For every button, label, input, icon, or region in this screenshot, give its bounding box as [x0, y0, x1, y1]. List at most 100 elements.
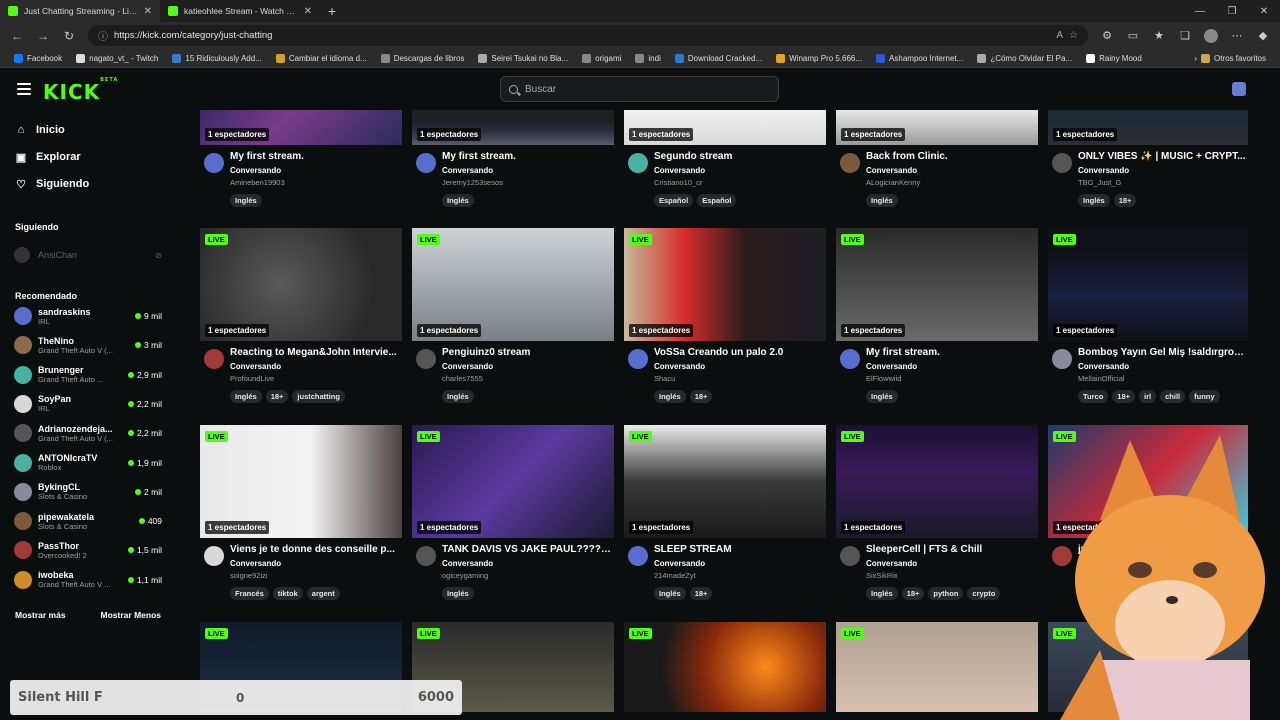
stream-card[interactable]: LIVE 1 espectadores Bomboş Yayın Gel Miş !… [1048, 228, 1248, 417]
stream-card[interactable]: 1 espectadores Segundo stream Conversando C… [624, 110, 826, 221]
sidebar-item-recommended[interactable]: Brunenger Grand Theft Auto ... 2,9 mil [14, 362, 162, 388]
stream-card[interactable]: LIVE [624, 622, 826, 712]
stream-title[interactable]: SleeperCell | FTS & Chill [866, 544, 1036, 555]
stream-category[interactable]: Conversando [1078, 362, 1129, 371]
stream-thumbnail[interactable]: LIVE [624, 622, 826, 712]
tag-chip[interactable]: tiktok [272, 587, 303, 600]
stream-category[interactable]: Conversando [442, 559, 493, 568]
stream-thumbnail[interactable]: LIVE 1 espectadores [836, 228, 1038, 341]
search-input[interactable]: Buscar [500, 76, 779, 102]
stream-title[interactable]: My first stream. [866, 347, 1036, 358]
split-screen-icon[interactable]: ▭ [1122, 25, 1144, 47]
avatar[interactable] [628, 349, 648, 369]
tag-chip[interactable]: Inglés [230, 390, 262, 403]
tag-chip[interactable]: Inglés [866, 587, 898, 600]
channel-name[interactable]: Cristiano10_cr [654, 178, 702, 187]
stream-thumbnail[interactable]: LIVE [1048, 622, 1248, 712]
tag-chip[interactable]: 18+ [1112, 390, 1136, 403]
tag-chip[interactable]: Inglés [654, 390, 686, 403]
stream-thumbnail[interactable]: 1 espectadores [200, 110, 402, 145]
close-tab-icon[interactable]: ✕ [144, 6, 152, 17]
channel-name[interactable]: Amineben19903 [230, 178, 285, 187]
tag-chip[interactable]: irl [1139, 390, 1157, 403]
sidebar-item-recommended[interactable]: pipewakatela Slots & Casino 409 [14, 508, 162, 534]
tag-chip[interactable]: Francés [230, 587, 269, 600]
kick-logo[interactable]: KICKBETA [43, 77, 118, 104]
stream-thumbnail[interactable]: LIVE 1 espectadores [1048, 425, 1248, 538]
stream-category[interactable]: Conversando [654, 559, 705, 568]
tag-chip[interactable]: 18+ [1113, 194, 1137, 207]
avatar[interactable] [1052, 153, 1072, 173]
bookmark-item[interactable]: Winamp Pro 5.666... [770, 53, 868, 63]
channel-name[interactable]: ogiceygaming [442, 571, 488, 580]
stream-title[interactable]: ONLY VIBES ✨ | MUSIC + CRYPT... [1078, 151, 1248, 162]
channel-name[interactable]: ProfoundLive [230, 374, 274, 383]
bookmark-item[interactable]: nagato_vt_ - Twitch [70, 53, 164, 63]
sidebar-item-recommended[interactable]: iwobeka Grand Theft Auto V ... 1,1 mil [14, 567, 162, 593]
menu-icon[interactable] [17, 83, 31, 95]
extensions-icon[interactable]: ⚙ [1096, 25, 1118, 47]
channel-name[interactable]: ALogicianKenny [866, 178, 920, 187]
bookmark-item[interactable]: origami [576, 53, 627, 63]
site-info-icon[interactable]: ⓘ [98, 28, 108, 43]
avatar[interactable] [840, 546, 860, 566]
stream-thumbnail[interactable]: LIVE 1 espectadores [624, 425, 826, 538]
stream-thumbnail[interactable]: LIVE 1 espectadores [1048, 228, 1248, 341]
tag-chip[interactable]: Inglés [1078, 194, 1110, 207]
stream-category[interactable]: Overc [1078, 559, 1101, 568]
avatar[interactable] [204, 546, 224, 566]
tag-chip[interactable]: 18+ [689, 390, 713, 403]
tag-chip[interactable]: justchatting [292, 390, 345, 403]
avatar[interactable] [416, 349, 436, 369]
tag-chip[interactable]: Inglés [442, 194, 474, 207]
stream-category[interactable]: Conversando [1078, 166, 1129, 175]
stream-card[interactable]: LIVE 1 espectadores Reacting to Megan&John… [200, 228, 402, 417]
browser-tab-2[interactable]: katieohlee Stream - Watch Live o ✕ [160, 0, 320, 22]
stream-card[interactable]: LIVE [1048, 622, 1248, 712]
tag-chip[interactable]: 18+ [689, 587, 713, 600]
channel-name[interactable]: Shacu [654, 374, 675, 383]
tag-chip[interactable]: Inglés [654, 587, 686, 600]
stream-category[interactable]: Conversando [230, 559, 281, 568]
stream-title[interactable]: SLEEP STREAM [654, 544, 824, 555]
stream-title[interactable]: just s [1078, 544, 1248, 555]
stream-thumbnail[interactable]: LIVE 1 espectadores [200, 228, 402, 341]
nav-item-siguiendo[interactable]: ♡ Siguiendo [15, 178, 89, 191]
browser-tab-1[interactable]: Just Chatting Streaming - Live St ✕ [0, 0, 160, 22]
stream-card[interactable]: 1 espectadores ONLY VIBES ✨ | MUSIC + CRY… [1048, 110, 1248, 221]
bookmark-item[interactable]: Descargas de libros [375, 53, 471, 63]
bookmark-item[interactable]: Facebook [8, 53, 68, 63]
bookmark-item[interactable]: 15 Ridiculously Add... [166, 53, 268, 63]
stream-category[interactable]: Conversando [654, 362, 705, 371]
stream-card[interactable]: LIVE 1 espectadores SLEEP STREAM Conversand… [624, 425, 826, 614]
bookmark-item[interactable]: Seirei Tsukai no Bla... [472, 53, 574, 63]
stream-thumbnail[interactable]: LIVE [836, 622, 1038, 712]
stream-thumbnail[interactable]: 1 espectadores [624, 110, 826, 145]
bookmark-item[interactable]: indi [629, 53, 666, 63]
forward-arrow-icon[interactable]: → [32, 25, 54, 47]
tag-chip[interactable]: funny [1189, 390, 1220, 403]
stream-title[interactable]: Reacting to Megan&John Intervie... [230, 347, 400, 358]
close-window-icon[interactable]: ✕ [1248, 0, 1280, 22]
stream-thumbnail[interactable]: LIVE 1 espectadores [836, 425, 1038, 538]
nav-item-inicio[interactable]: ⌂ Inicio [15, 124, 65, 136]
stream-thumbnail[interactable]: 1 espectadores [1048, 110, 1248, 145]
tag-chip[interactable]: 18+ [265, 390, 289, 403]
avatar[interactable] [628, 153, 648, 173]
stream-card[interactable]: 1 espectadores Back from Clinic. Conversan… [836, 110, 1038, 221]
avatar[interactable] [1052, 546, 1072, 566]
sidebar-item-recommended[interactable]: sandraskins IRL 9 mil [14, 303, 162, 329]
copilot-icon[interactable]: ◆ [1252, 25, 1274, 47]
sidebar-item-recommended[interactable]: PassThor Overcooked! 2 1,5 mil [14, 537, 162, 563]
channel-name[interactable]: SixSikRix [866, 571, 898, 580]
channel-name[interactable]: charles7555 [442, 374, 483, 383]
favorite-star-icon[interactable]: ☆ [1069, 30, 1078, 41]
stream-card[interactable]: 1 espectadores My first stream. Conversand… [200, 110, 402, 221]
stream-thumbnail[interactable]: LIVE 1 espectadores [412, 228, 614, 341]
profile-avatar[interactable] [1200, 25, 1222, 47]
tag-chip[interactable]: chill [1160, 390, 1186, 403]
stream-category[interactable]: Conversando [866, 559, 917, 568]
avatar[interactable] [628, 546, 648, 566]
tag-chip[interactable]: 18+ [901, 587, 925, 600]
stream-category[interactable]: Conversando [230, 362, 281, 371]
